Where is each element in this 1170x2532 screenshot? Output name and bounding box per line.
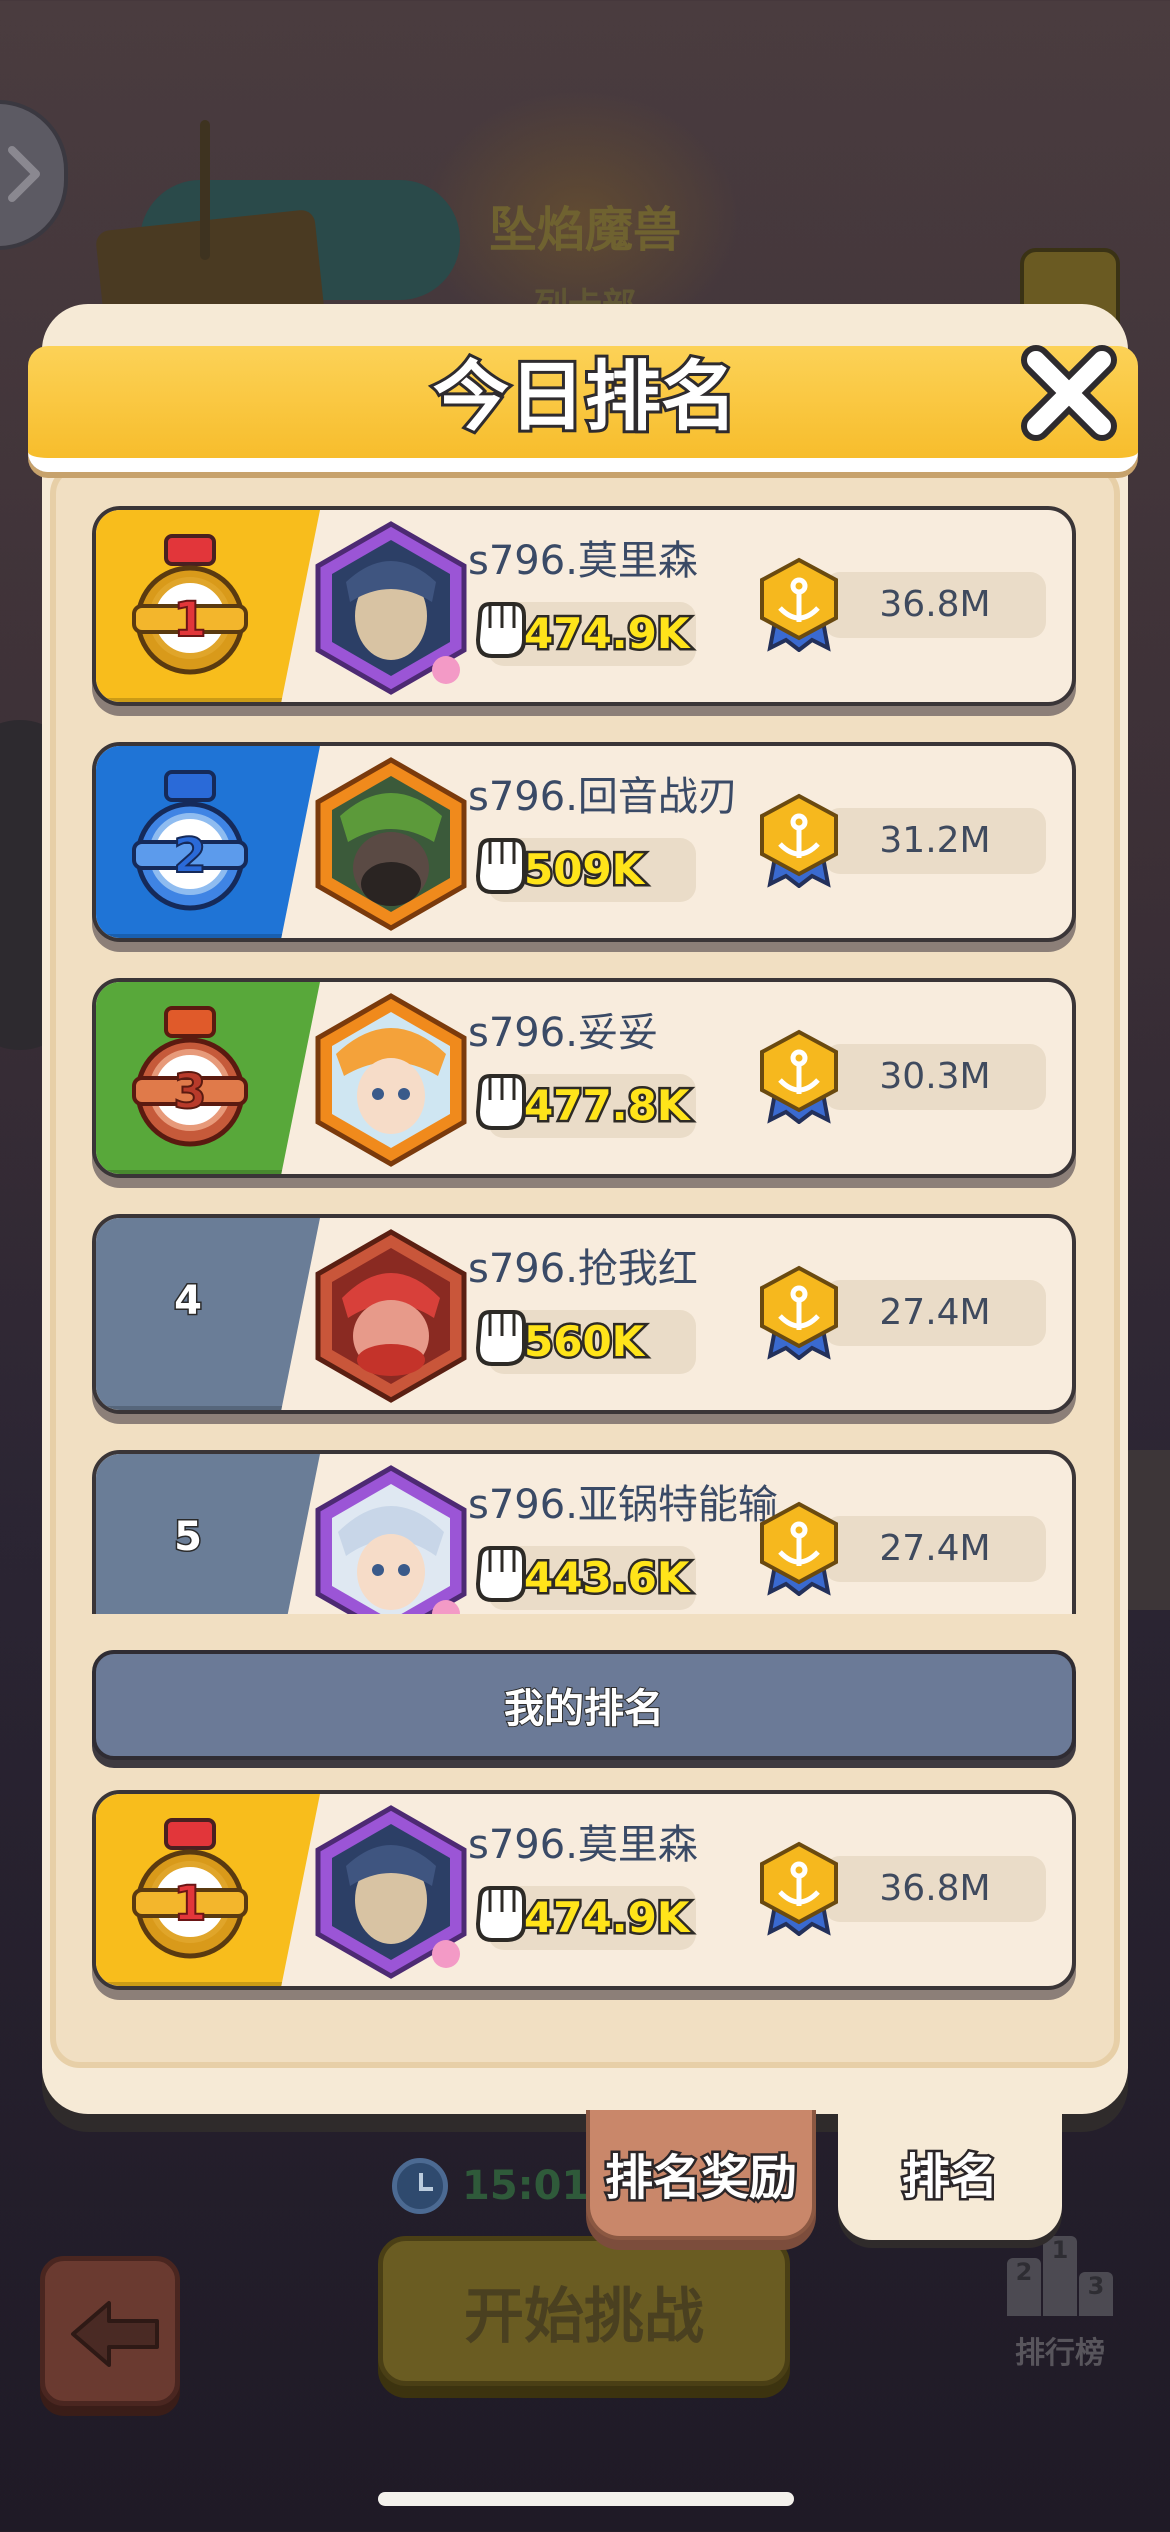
silver-hair-girl-avatar [315, 1465, 467, 1614]
player-name: s796.莫里森 [468, 538, 698, 584]
svg-text:1: 1 [173, 592, 206, 648]
gold-medal-icon: 1 [132, 1818, 248, 1959]
my-ranking-header: 我的排名 [92, 1650, 1076, 1760]
svg-text:3: 3 [173, 1064, 206, 1120]
player-name: s796.亚锅特能输 [468, 1482, 778, 1528]
lion-warrior-avatar [315, 521, 467, 695]
my-ranking-row[interactable]: 1 s796.莫里森 474.9K 36.8M [92, 1790, 1076, 1990]
fist-icon [475, 1074, 526, 1130]
home-indicator[interactable] [378, 2492, 794, 2506]
podium-step-2: 2 [1007, 2258, 1041, 2316]
power-value: 474.9K [521, 607, 691, 661]
player-name: s796.回音战刃 [468, 774, 738, 820]
player-name: s796.妥妥 [468, 1010, 658, 1056]
power-value: 560K [521, 1315, 646, 1369]
back-button[interactable] [40, 2256, 180, 2406]
score-value: 31.2M [879, 820, 991, 861]
silver-blue-medal-icon: 2 [132, 770, 248, 911]
clock-icon [392, 2158, 448, 2214]
score-value: 27.4M [879, 1292, 991, 1333]
fist-icon [475, 1310, 526, 1366]
player-name: s796.抢我红 [468, 1246, 698, 1292]
ranking-row[interactable]: 4 s796.抢我红 560K 27.4M [92, 1214, 1076, 1414]
score-value: 36.8M [879, 584, 991, 625]
start-challenge-button[interactable]: 开始挑战 [378, 2236, 790, 2386]
podium-step-1: 1 [1043, 2236, 1077, 2316]
fist-icon [475, 1546, 526, 1602]
ranking-row[interactable]: 3 s796.妥妥 477.8K 30.3M [92, 978, 1076, 1178]
ranking-row[interactable]: 1 s796.莫里森 474.9K 36.8M [92, 506, 1076, 706]
tab-ranking[interactable]: 排名 [838, 2104, 1062, 2240]
podium-step-3: 3 [1079, 2272, 1113, 2316]
score-value: 27.4M [879, 1528, 991, 1569]
arrow-left-icon [71, 2301, 159, 2367]
leaderboard-label: 排行榜 [1015, 2336, 1105, 2371]
score-value: 30.3M [879, 1056, 991, 1097]
close-x-icon [1021, 345, 1117, 441]
rank-number: 5 [173, 1513, 204, 1562]
tab-ranking-rewards[interactable]: 排名奖励 [586, 2110, 816, 2240]
power-value: 509K [521, 843, 646, 897]
ranking-list[interactable]: 1 s796.莫里森 474.9K 36.8M 2 s796.回音战刃 509K… [92, 502, 1076, 1614]
svg-text:2: 2 [173, 828, 206, 884]
ranking-row[interactable]: 2 s796.回音战刃 509K 31.2M [92, 742, 1076, 942]
fist-icon [475, 1886, 526, 1942]
fist-icon [475, 602, 526, 658]
power-value: 443.6K [521, 1551, 691, 1605]
fist-icon [475, 838, 526, 894]
player-name: s796.莫里森 [468, 1822, 698, 1868]
red-warlord-avatar [315, 1229, 467, 1403]
power-value: 477.8K [521, 1079, 691, 1133]
close-button[interactable] [1014, 338, 1124, 448]
bronze-medal-icon: 3 [132, 1006, 248, 1147]
svg-text:1: 1 [173, 1876, 206, 1932]
tiger-hood-girl-avatar [315, 993, 467, 1167]
lion-warrior-avatar [315, 1805, 467, 1979]
rank-number: 4 [173, 1277, 204, 1326]
score-value: 36.8M [879, 1868, 991, 1909]
leaderboard-button[interactable]: 2 1 3 排行榜 [990, 2226, 1130, 2386]
tab-ranking-label: 排名 [899, 2147, 1000, 2208]
background-boss-title: 坠焰魔兽 [488, 202, 681, 258]
ranking-row[interactable]: 5 s796.亚锅特能输 443.6K 27.4M [92, 1450, 1076, 1614]
modal-title: 今日排名 [430, 349, 740, 444]
power-value: 474.9K [521, 1891, 691, 1945]
gold-medal-icon: 1 [132, 534, 248, 675]
dragon-helm-avatar [315, 757, 467, 931]
